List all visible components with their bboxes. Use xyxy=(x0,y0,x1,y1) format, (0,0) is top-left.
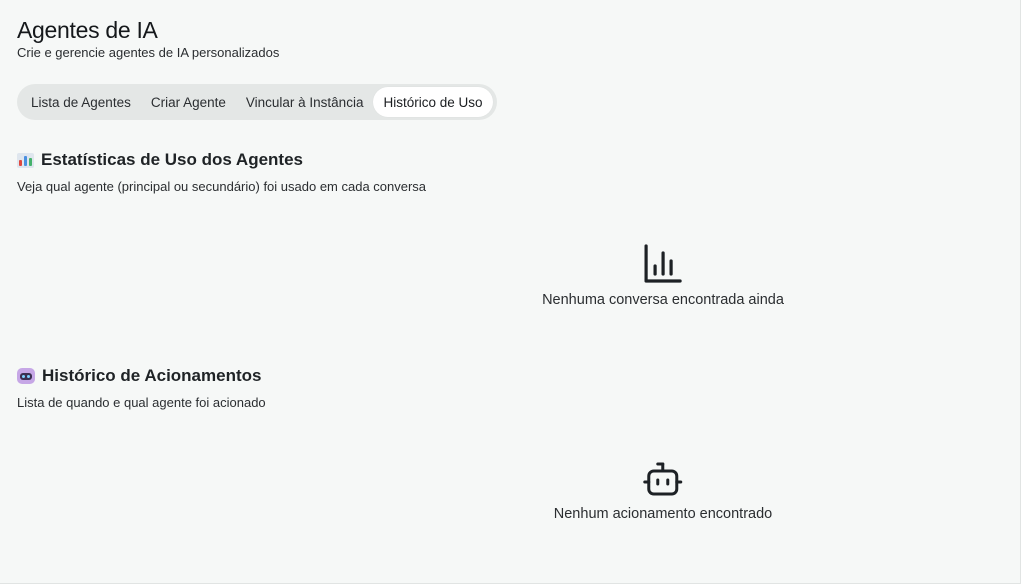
history-section-title: Histórico de Acionamentos xyxy=(42,366,262,385)
stats-empty-state: Nenhuma conversa encontrada ainda xyxy=(542,244,784,308)
history-section-heading: Histórico de Acionamentos xyxy=(17,366,266,386)
page-title: Agentes de IA xyxy=(17,17,158,43)
tab-criar-agente[interactable]: Criar Agente xyxy=(141,87,236,117)
history-section: Histórico de Acionamentos Lista de quand… xyxy=(17,366,266,411)
bar-chart-icon xyxy=(644,244,682,283)
robot-emoji-icon xyxy=(17,368,35,384)
bot-icon xyxy=(643,462,683,496)
bar-chart-emoji-icon xyxy=(17,152,34,168)
page-header: Agentes de IA Crie e gerencie agentes de… xyxy=(17,16,279,61)
stats-section-title: Estatísticas de Uso dos Agentes xyxy=(41,150,304,169)
tab-lista-de-agentes[interactable]: Lista de Agentes xyxy=(21,87,141,117)
stats-empty-text: Nenhuma conversa encontrada ainda xyxy=(542,292,784,308)
stats-section-heading: Estatísticas de Uso dos Agentes xyxy=(17,150,426,170)
tab-historico-de-uso[interactable]: Histórico de Uso xyxy=(373,87,493,117)
history-empty-text: Nenhum acionamento encontrado xyxy=(553,506,773,522)
page: Agentes de IA Crie e gerencie agentes de… xyxy=(0,0,1021,584)
history-empty-state: Nenhum acionamento encontrado xyxy=(554,462,772,522)
tab-vincular-instancia[interactable]: Vincular à Instância xyxy=(236,87,374,117)
stats-section-description: Veja qual agente (principal ou secundári… xyxy=(17,179,427,194)
history-section-description: Lista de quando e qual agente foi aciona… xyxy=(17,395,266,410)
page-subtitle: Crie e gerencie agentes de IA personaliz… xyxy=(17,45,280,60)
tab-bar: Lista de Agentes Criar Agente Vincular à… xyxy=(17,84,497,120)
stats-section: Estatísticas de Uso dos Agentes Veja qua… xyxy=(17,150,426,195)
